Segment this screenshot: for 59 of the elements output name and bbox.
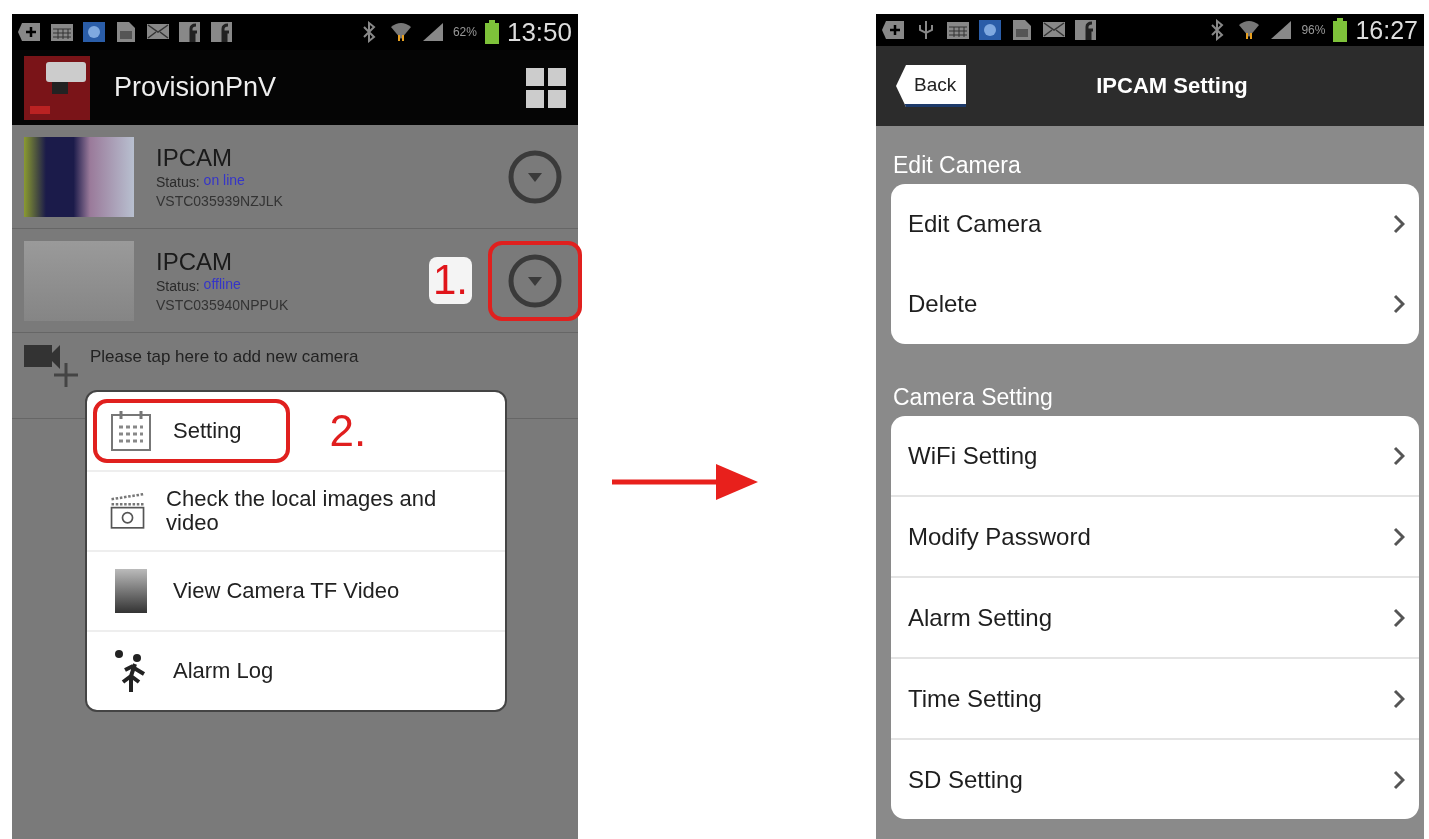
calendar-icon — [946, 19, 970, 41]
step-number: 1. — [428, 257, 472, 304]
settings-item[interactable]: Alarm Setting — [908, 603, 1393, 632]
dropdown-icon[interactable] — [507, 148, 563, 205]
document-icon — [114, 21, 138, 43]
social-app-icon — [178, 21, 202, 43]
menu-item[interactable]: Check the local images and video — [166, 486, 443, 536]
settings-item[interactable]: Edit Camera — [908, 210, 1393, 238]
chevron-icon — [1393, 294, 1405, 314]
status-label: Status: — [156, 278, 200, 294]
app-title: ProvisionPnV — [114, 72, 278, 103]
camera-name: IPCAM — [156, 248, 233, 276]
social-app-icon — [1074, 19, 1098, 41]
browser-icon — [82, 21, 106, 43]
browser-icon — [978, 19, 1002, 41]
document-icon — [1010, 19, 1034, 41]
settings-item[interactable]: Time Setting — [908, 684, 1393, 713]
chevron-icon — [1393, 607, 1405, 628]
status-label: Status: — [156, 174, 200, 190]
battery-icon — [1333, 18, 1348, 42]
section-heading: Edit Camera — [892, 151, 1022, 180]
clock-time: 16:27 — [1355, 15, 1418, 45]
add-camera-hint[interactable]: Please tap here to add new camera — [90, 347, 359, 367]
signal-icon — [1269, 19, 1294, 41]
status-value: offline — [203, 276, 241, 294]
battery-percent: 96% — [1301, 23, 1326, 37]
camera-id: VSTC035940NPPUK — [156, 297, 290, 313]
app-logo — [24, 55, 90, 120]
settings-item[interactable]: WiFi Setting — [908, 441, 1393, 470]
settings-item[interactable]: Modify Password — [908, 522, 1393, 551]
status-value: on line — [203, 172, 245, 190]
screen-title: IPCAM Setting — [1096, 73, 1248, 98]
calendar-icon — [109, 409, 153, 453]
menu-item[interactable]: Alarm Log — [173, 658, 274, 684]
wifi-icon — [388, 21, 413, 43]
plus-icon — [18, 21, 42, 43]
chevron-icon — [1393, 526, 1405, 547]
clock-time: 13:50 — [506, 16, 572, 48]
grid-view-icon[interactable] — [526, 67, 566, 108]
dropdown-icon[interactable] — [507, 252, 563, 309]
calendar-icon — [50, 21, 74, 43]
chevron-icon — [1393, 688, 1405, 709]
step-number: 2. — [329, 406, 367, 456]
battery-icon — [484, 20, 499, 44]
camera-name: IPCAM — [156, 144, 233, 172]
menu-item[interactable]: View Camera TF Video — [173, 578, 400, 604]
chevron-icon — [1393, 214, 1405, 234]
chevron-icon — [1393, 445, 1405, 466]
menu-item[interactable]: Setting — [173, 418, 242, 444]
wifi-icon — [1237, 19, 1262, 41]
battery-percent: 62% — [452, 25, 477, 39]
chevron-icon — [1393, 769, 1405, 790]
plus-icon — [882, 19, 906, 41]
camera-id: VSTC035939NZJLK — [156, 193, 284, 209]
section-heading: Camera Setting — [892, 383, 1054, 412]
settings-item[interactable]: Delete — [908, 290, 1393, 318]
social-app-icon — [210, 21, 234, 43]
back-button[interactable]: Back — [896, 65, 967, 107]
settings-item[interactable]: SD Setting — [908, 765, 1393, 794]
